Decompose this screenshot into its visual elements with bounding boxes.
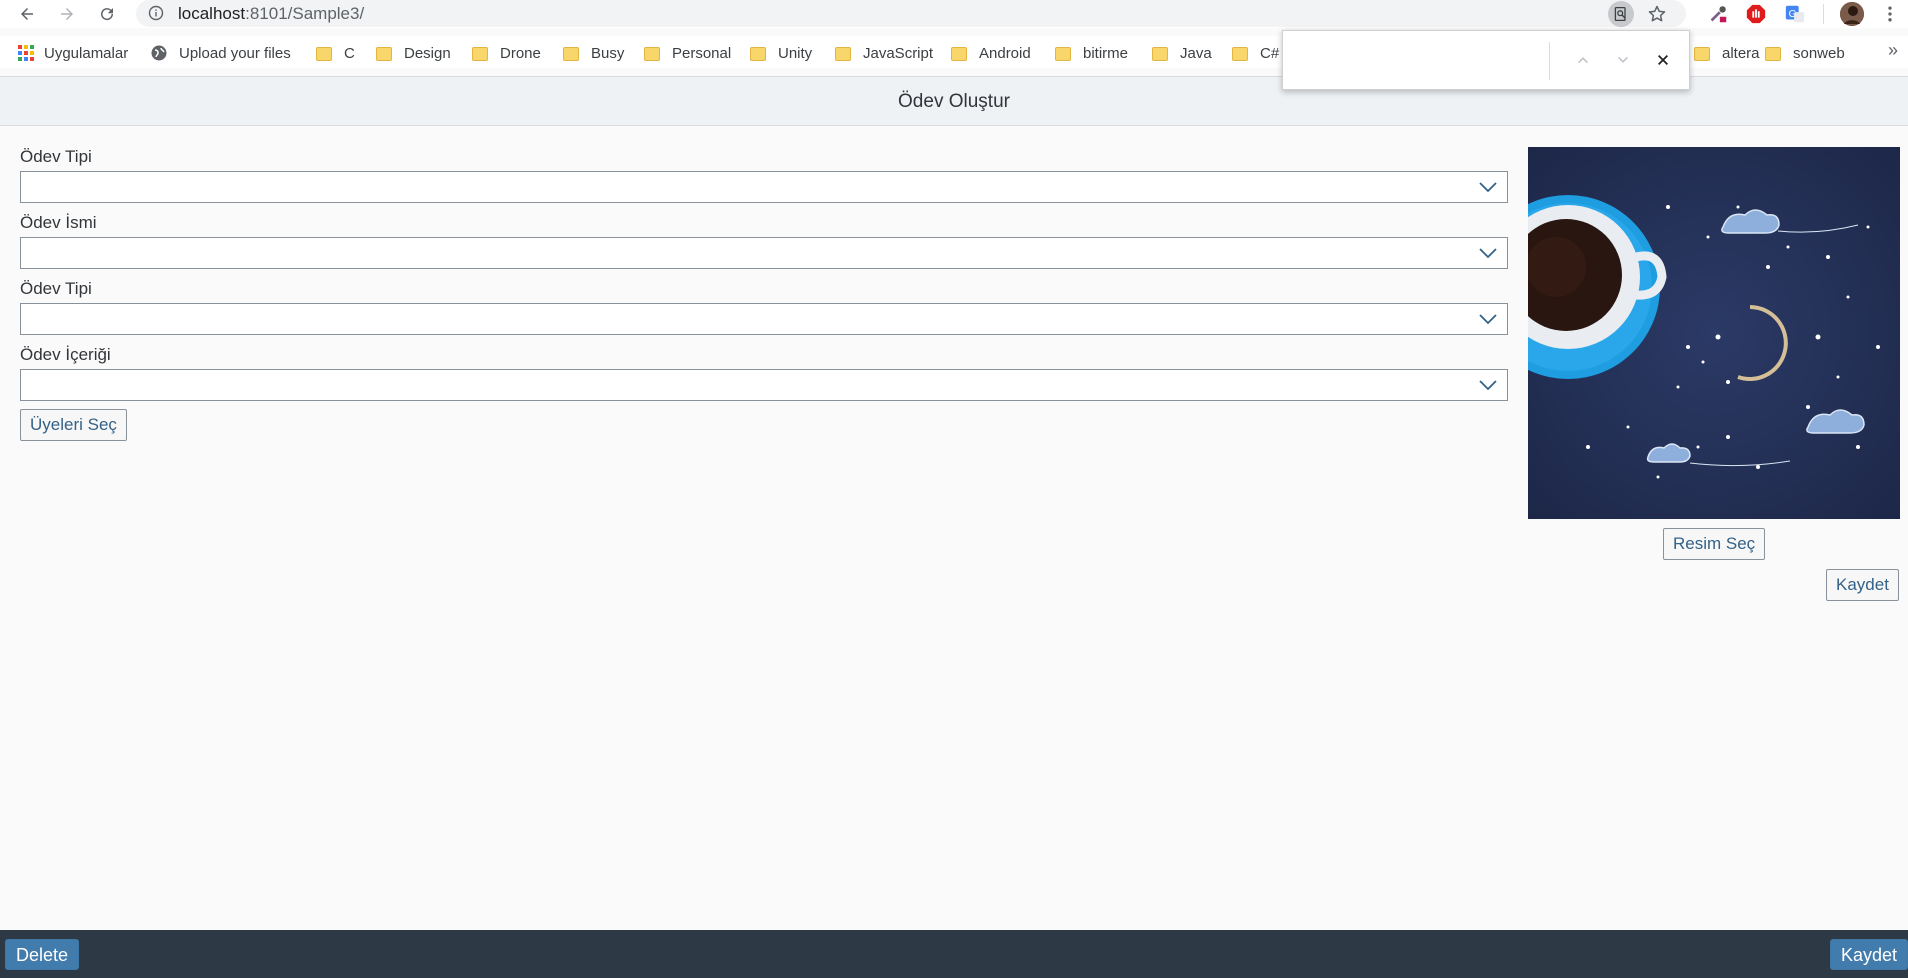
page-title: Ödev Oluştur — [898, 91, 1010, 112]
back-icon[interactable] — [14, 1, 40, 27]
folder-icon — [1765, 47, 1781, 61]
folder-icon — [472, 47, 488, 61]
bookmark-label: Unity — [778, 44, 813, 62]
folder-icon — [951, 47, 967, 61]
content-select[interactable] — [20, 369, 1508, 401]
translate-extension-icon[interactable]: G — [1783, 2, 1807, 26]
find-previous-icon[interactable] — [1571, 48, 1595, 72]
bookmark-label: altera — [1722, 44, 1760, 62]
field-label-type-2: Ödev Tipi — [20, 279, 92, 298]
bookmark-label: JavaScript — [863, 44, 934, 62]
folder-icon — [750, 47, 766, 61]
field-label-name: Ödev İsmi — [20, 213, 97, 232]
chevron-down-icon — [1479, 314, 1497, 325]
bookmark-folder-c[interactable]: C — [316, 42, 355, 64]
bookmark-label: Drone — [500, 44, 541, 62]
bookmark-folder-design[interactable]: Design — [376, 42, 451, 64]
folder-icon — [376, 47, 392, 61]
field-label-type: Ödev Tipi — [20, 147, 92, 166]
chevron-down-icon — [1479, 248, 1497, 259]
apps-grid-icon — [18, 45, 34, 61]
find-divider — [1549, 42, 1550, 80]
bookmark-upload[interactable]: Upload your files — [151, 42, 291, 64]
bookmark-apps[interactable]: Uygulamalar — [18, 42, 128, 64]
bookmark-label: Uygulamalar — [44, 44, 129, 62]
bookmark-folder-java[interactable]: Java — [1152, 42, 1212, 64]
bookmark-folder-sonweb[interactable]: sonweb — [1765, 42, 1845, 64]
folder-icon — [644, 47, 660, 61]
bookmark-label: Design — [404, 44, 451, 62]
url-path: :8101/Sample3/ — [245, 4, 365, 23]
bookmark-folder-drone[interactable]: Drone — [472, 42, 541, 64]
folder-icon — [1694, 47, 1710, 61]
address-bar[interactable]: localhost:8101/Sample3/ — [136, 0, 1686, 27]
assignment-form: Ödev Tipi Ödev İsmi Ödev Tipi Ödev İçeri… — [20, 145, 1508, 441]
find-next-icon[interactable] — [1611, 48, 1635, 72]
select-image-button[interactable]: Resim Seç — [1663, 528, 1766, 560]
bookmark-label: Busy — [591, 44, 625, 62]
bookmark-folder-csharp[interactable]: C# — [1232, 42, 1279, 64]
field-label-content: Ödev İçeriği — [20, 345, 111, 364]
bookmark-folder-unity[interactable]: Unity — [750, 42, 812, 64]
folder-icon — [1055, 47, 1071, 61]
forward-icon[interactable] — [54, 1, 80, 27]
folder-icon — [316, 47, 332, 61]
delete-button[interactable]: Delete — [5, 939, 80, 970]
url-text: localhost:8101/Sample3/ — [178, 4, 364, 24]
assignment-image — [1528, 147, 1900, 519]
profile-avatar[interactable] — [1840, 2, 1864, 26]
bookmark-label: Android — [979, 44, 1031, 62]
footer-save-button[interactable]: Kaydet — [1829, 939, 1908, 970]
close-icon[interactable] — [1651, 48, 1675, 72]
find-bar — [1282, 30, 1690, 90]
globe-icon — [151, 45, 167, 61]
chevron-down-icon — [1479, 182, 1497, 193]
bookmark-folder-altera[interactable]: altera — [1694, 42, 1760, 64]
adblock-extension-icon[interactable] — [1744, 2, 1768, 26]
eyedropper-extension-icon[interactable] — [1706, 2, 1730, 26]
more-bookmarks-button[interactable]: » — [1888, 40, 1898, 61]
folder-icon — [563, 47, 579, 61]
info-icon[interactable] — [148, 5, 164, 21]
reload-icon[interactable] — [94, 1, 120, 27]
bookmark-label: Java — [1180, 44, 1212, 62]
bookmark-folder-busy[interactable]: Busy — [563, 42, 624, 64]
browser-toolbar: localhost:8101/Sample3/ G — [0, 0, 1908, 28]
bookmark-star-icon[interactable] — [1644, 1, 1670, 27]
chevron-down-icon — [1479, 380, 1497, 391]
find-input[interactable] — [1293, 41, 1553, 79]
find-in-page-icon[interactable] — [1608, 1, 1634, 27]
toolbar-divider — [1823, 4, 1824, 24]
save-button[interactable]: Kaydet — [1826, 569, 1899, 601]
bookmark-folder-bitirme[interactable]: bitirme — [1055, 42, 1128, 64]
folder-icon — [1232, 47, 1248, 61]
folder-icon — [835, 47, 851, 61]
bookmark-label: sonweb — [1793, 44, 1845, 62]
bookmark-label: C — [344, 44, 355, 62]
menu-kebab-icon[interactable] — [1878, 2, 1902, 26]
url-host: localhost — [178, 4, 246, 23]
select-members-button[interactable]: Üyeleri Seç — [20, 409, 127, 441]
bookmark-folder-android[interactable]: Android — [951, 42, 1031, 64]
type-select[interactable] — [20, 171, 1508, 203]
bookmark-label: bitirme — [1083, 44, 1129, 62]
folder-icon — [1152, 47, 1168, 61]
footer-toolbar: Delete Kaydet — [0, 930, 1908, 978]
bookmark-folder-personal[interactable]: Personal — [644, 42, 731, 64]
bookmark-label: C# — [1260, 44, 1280, 62]
bookmark-folder-javascript[interactable]: JavaScript — [835, 42, 933, 64]
name-select[interactable] — [20, 237, 1508, 269]
type-select-2[interactable] — [20, 303, 1508, 335]
bookmark-label: Personal — [672, 44, 732, 62]
bookmark-label: Upload your files — [179, 44, 291, 62]
